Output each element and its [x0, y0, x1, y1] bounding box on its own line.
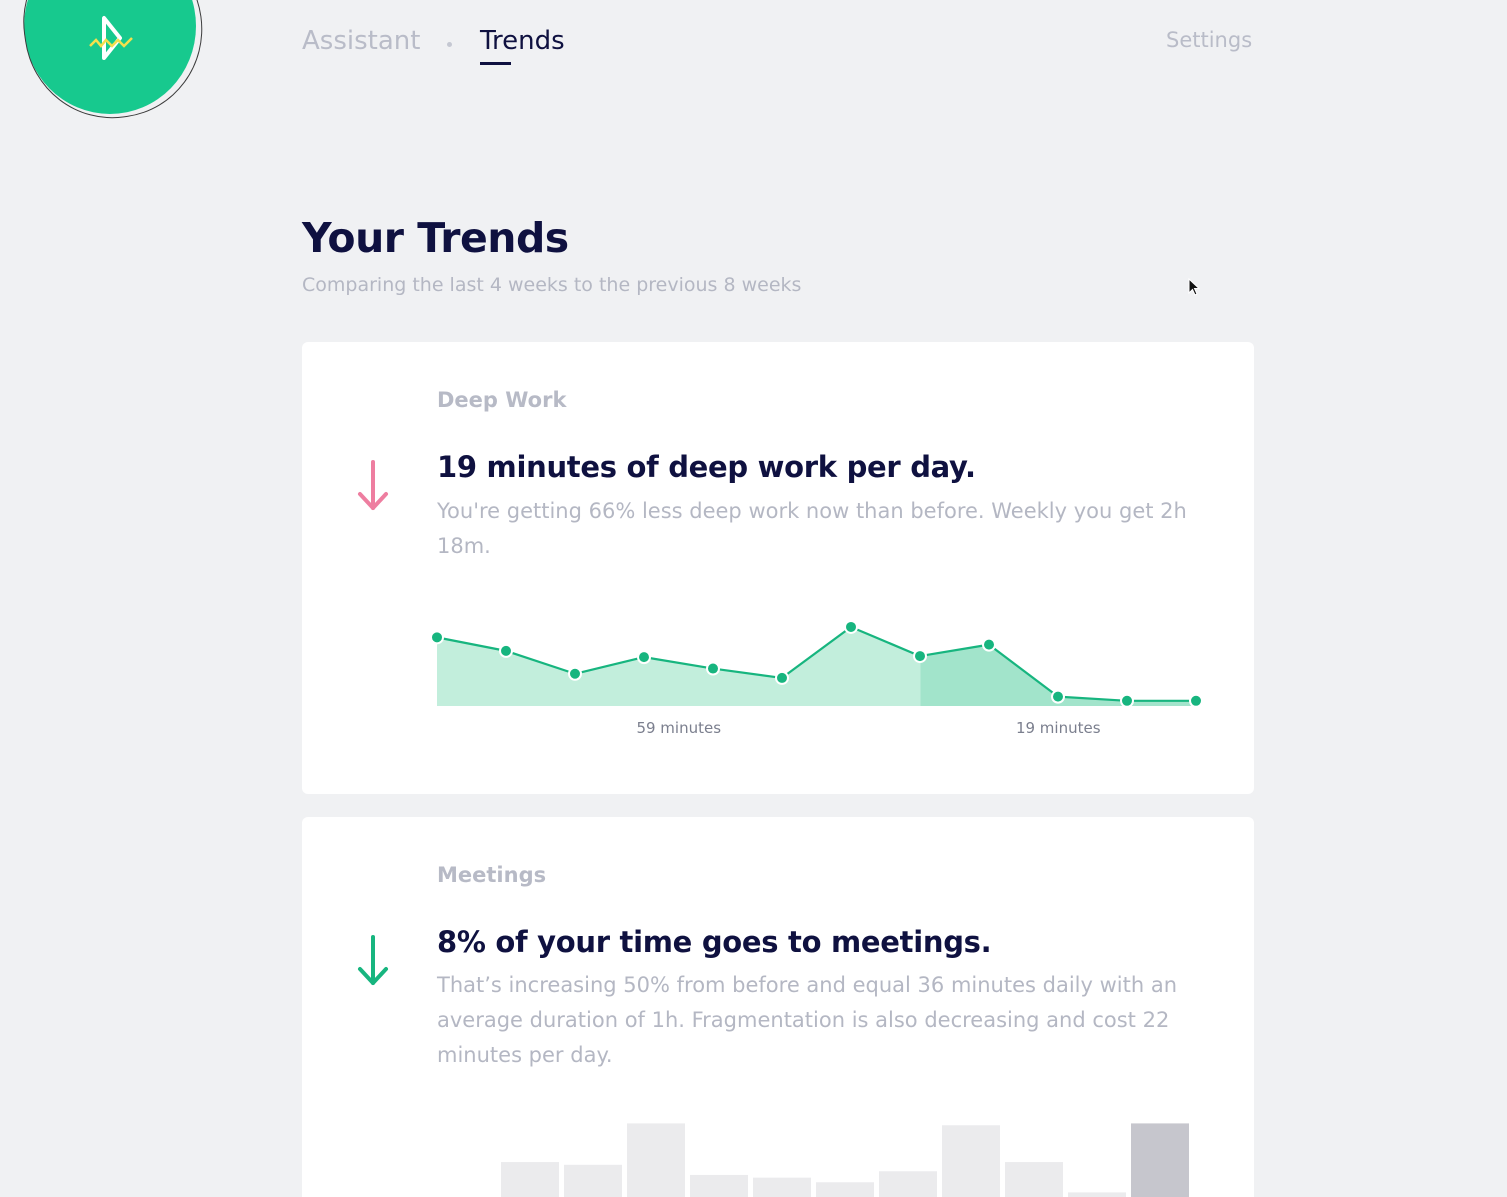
previous-period-area [437, 626, 921, 706]
bar [501, 1162, 559, 1197]
settings-link[interactable]: Settings [1166, 28, 1252, 52]
data-point [844, 619, 858, 634]
app-logo[interactable] [24, 0, 196, 114]
deep-work-chart: 59 minutes 19 minutes [430, 619, 1203, 737]
logo-mark-icon [89, 16, 133, 60]
meetings-card: Meetings 8% of your time goes to meeting… [302, 817, 1254, 1197]
page-title: Your Trends [302, 214, 569, 262]
meetings-chart [501, 1123, 1189, 1197]
data-point [637, 650, 651, 665]
card-description: That’s increasing 50% from before and eq… [437, 973, 1178, 1067]
arrow-down-icon [358, 935, 388, 985]
data-point [430, 630, 444, 645]
data-point [568, 666, 582, 681]
card-label: Deep Work [437, 388, 567, 412]
mouse-cursor-icon [1188, 278, 1201, 296]
bar [564, 1164, 622, 1197]
tick-label: 59 minutes [636, 719, 721, 737]
data-point [775, 670, 789, 685]
arrow-down-icon [358, 460, 388, 510]
card-description: You're getting 66% less deep work now th… [437, 499, 1187, 558]
active-tab-indicator [480, 62, 511, 65]
bar [879, 1171, 937, 1197]
data-point [982, 637, 996, 652]
bar [1068, 1192, 1126, 1197]
data-point [1189, 693, 1203, 708]
card-label: Meetings [437, 863, 547, 887]
bar [816, 1182, 874, 1197]
bar [1005, 1162, 1063, 1197]
highlighted-bar [1131, 1123, 1189, 1197]
card-heading: 19 minutes of deep work per day. [437, 450, 976, 484]
data-point [913, 649, 927, 664]
data-point [706, 661, 720, 676]
tick-label: 19 minutes [1016, 719, 1101, 737]
bar [627, 1123, 685, 1197]
data-point [499, 643, 513, 658]
nav-separator-dot [447, 42, 452, 47]
page-subtitle: Comparing the last 4 weeks to the previo… [302, 274, 802, 296]
deep-work-card: Deep Work 19 minutes of deep work per da… [302, 342, 1254, 794]
card-heading: 8% of your time goes to meetings. [437, 925, 992, 959]
data-point [1051, 689, 1065, 704]
bar [690, 1174, 748, 1197]
bar [942, 1125, 1000, 1197]
bar [753, 1177, 811, 1197]
data-point [1120, 693, 1134, 708]
nav-tab-assistant[interactable]: Assistant [302, 26, 420, 56]
nav-tab-trends[interactable]: Trends [480, 26, 565, 56]
